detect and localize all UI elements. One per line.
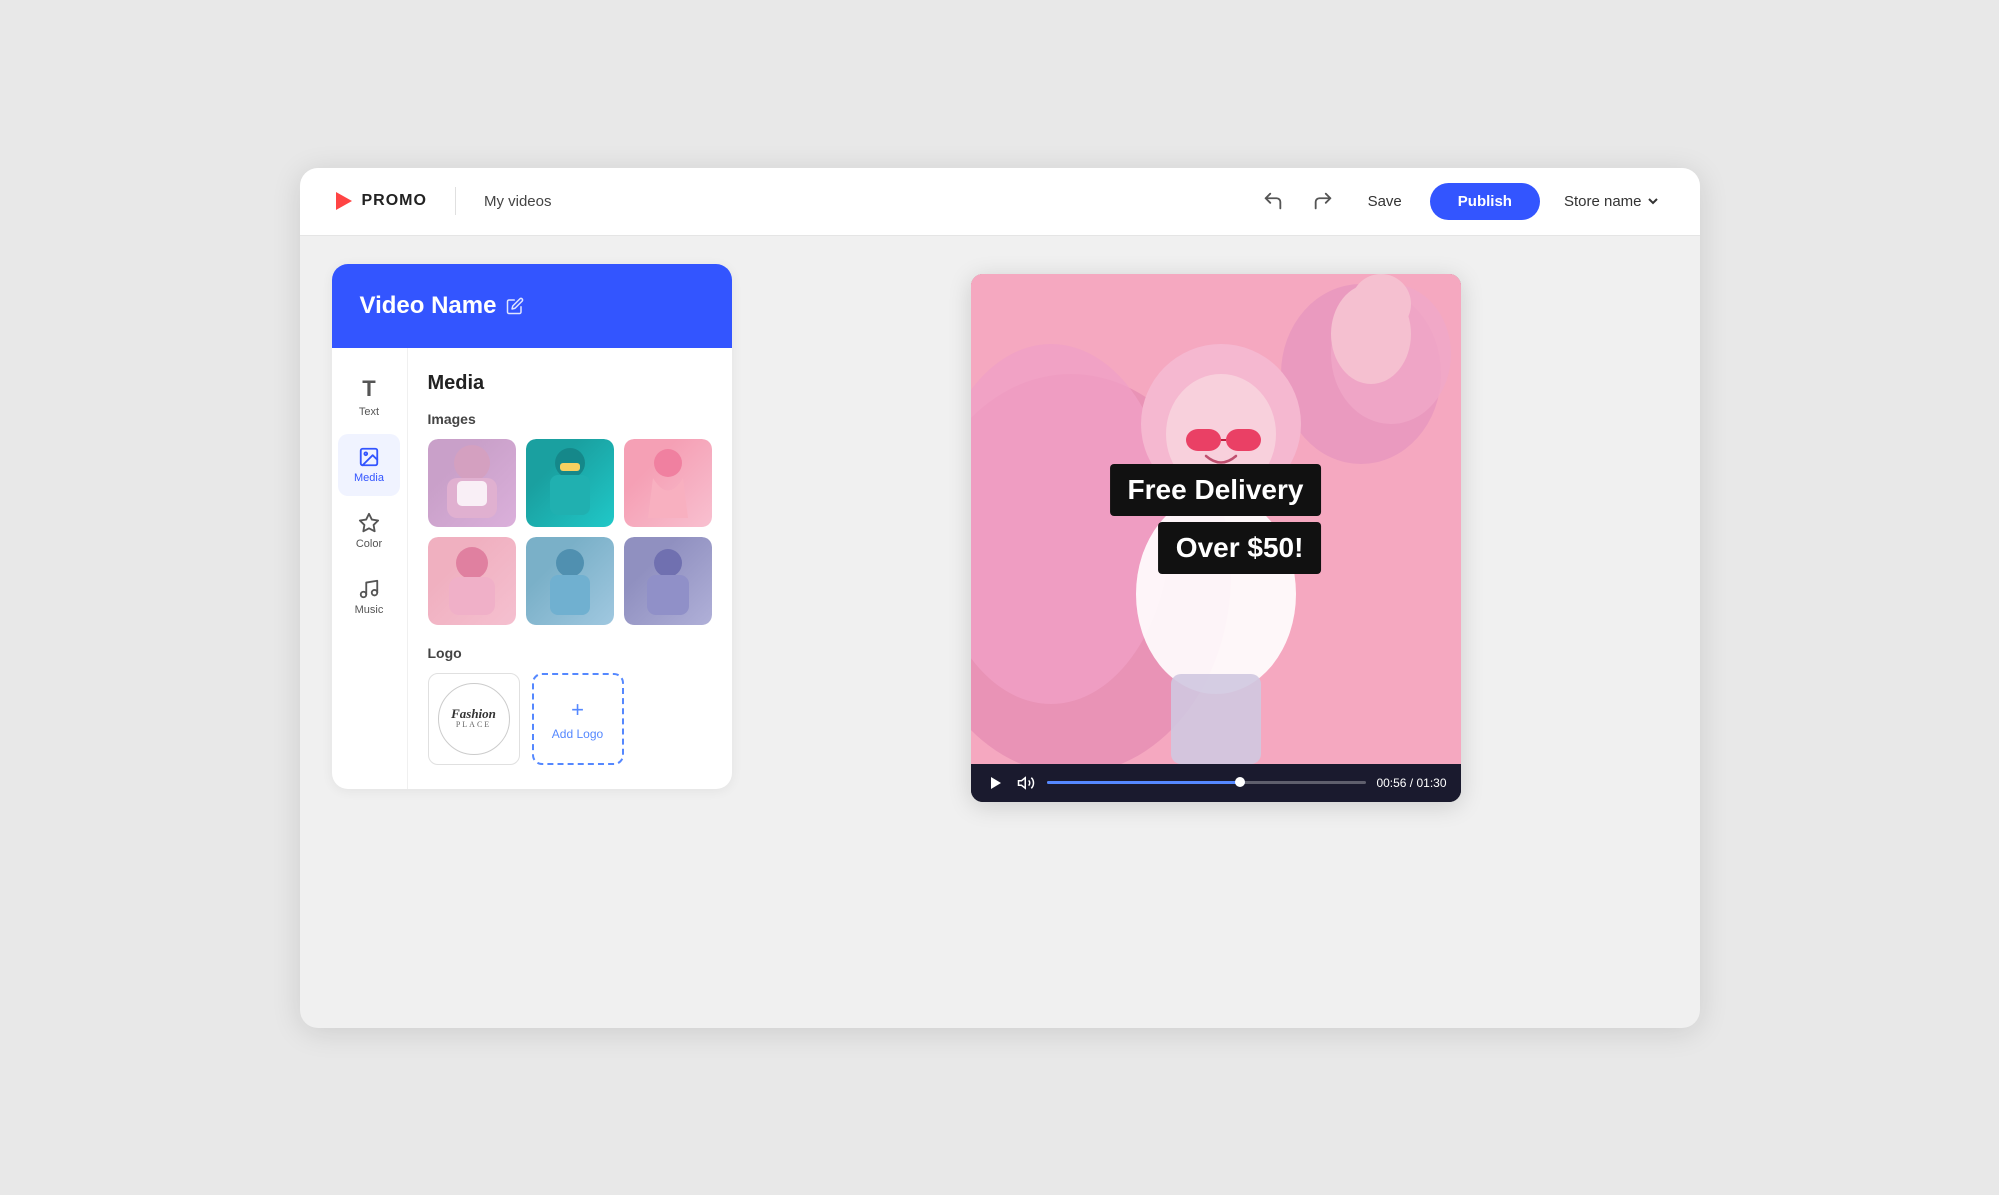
color-icon bbox=[358, 512, 380, 534]
progress-fill bbox=[1047, 781, 1245, 784]
video-player: Free Delivery Over $50! bbox=[971, 274, 1461, 802]
sidebar-text-label: Text bbox=[359, 406, 379, 418]
sidebar-color-label: Color bbox=[356, 538, 382, 550]
text-box-2: Over $50! bbox=[1158, 522, 1322, 574]
redo-button[interactable] bbox=[1306, 186, 1340, 216]
fashion-logo-text: Fashion bbox=[451, 707, 496, 721]
header: PROMO My videos Save Publish Store name bbox=[300, 168, 1700, 236]
add-logo-label: Add Logo bbox=[552, 727, 603, 741]
time-display: 00:56 / 01:30 bbox=[1376, 776, 1446, 790]
logo-label: Logo bbox=[428, 645, 712, 661]
fashion-logo[interactable]: Fashion PLACE bbox=[428, 673, 520, 765]
fashion-background: Free Delivery Over $50! bbox=[971, 274, 1461, 764]
app-container: PROMO My videos Save Publish Store name bbox=[300, 168, 1700, 1028]
store-name-button[interactable]: Store name bbox=[1556, 187, 1668, 216]
sidebar-item-media[interactable]: Media bbox=[338, 434, 400, 496]
logo-text: PROMO bbox=[362, 192, 427, 210]
panel-body: T Text Media bbox=[332, 348, 732, 789]
add-logo-plus-icon: + bbox=[571, 697, 584, 723]
images-grid bbox=[428, 439, 712, 625]
logo-section: Logo Fashion PLACE bbox=[428, 645, 712, 765]
sidebar-item-text[interactable]: T Text bbox=[338, 364, 400, 430]
text-overlay: Free Delivery Over $50! bbox=[1110, 464, 1322, 574]
play-button[interactable] bbox=[985, 773, 1005, 793]
images-label: Images bbox=[428, 411, 712, 427]
video-frame: Free Delivery Over $50! bbox=[971, 274, 1461, 764]
add-logo-button[interactable]: + Add Logo bbox=[532, 673, 624, 765]
sidebar-music-label: Music bbox=[355, 604, 384, 616]
undo-button[interactable] bbox=[1256, 186, 1290, 216]
image-thumb-3[interactable] bbox=[624, 439, 712, 527]
media-icon bbox=[358, 446, 380, 468]
header-divider bbox=[455, 187, 456, 215]
progress-bar[interactable] bbox=[1047, 781, 1367, 784]
image-thumb-1[interactable] bbox=[428, 439, 516, 527]
store-name-label: Store name bbox=[1564, 193, 1642, 210]
edit-name-icon[interactable] bbox=[506, 297, 524, 315]
text-box-1: Free Delivery bbox=[1110, 464, 1322, 516]
media-content: Media Images bbox=[408, 348, 732, 789]
publish-button[interactable]: Publish bbox=[1430, 183, 1540, 220]
text-icon: T bbox=[362, 376, 375, 402]
header-actions: Save Publish Store name bbox=[1256, 183, 1668, 220]
save-button[interactable]: Save bbox=[1356, 185, 1414, 218]
volume-button[interactable] bbox=[1015, 772, 1037, 794]
image-thumb-4[interactable] bbox=[428, 537, 516, 625]
sidebar-media-label: Media bbox=[354, 472, 384, 484]
promo-logo-icon bbox=[332, 190, 354, 212]
video-name-header: Video Name bbox=[332, 264, 732, 348]
video-controls: 00:56 / 01:30 bbox=[971, 764, 1461, 802]
progress-dot bbox=[1235, 777, 1245, 787]
left-panel: Video Name T Text bbox=[332, 264, 732, 789]
image-thumb-6[interactable] bbox=[624, 537, 712, 625]
sidebar-item-music[interactable]: Music bbox=[338, 566, 400, 628]
logo-area: PROMO bbox=[332, 190, 427, 212]
video-name-text: Video Name bbox=[360, 292, 497, 320]
media-section-title: Media bbox=[428, 372, 712, 395]
sidebar-icons: T Text Media bbox=[332, 348, 408, 789]
fashion-logo-inner: Fashion PLACE bbox=[438, 683, 510, 755]
main-content: Video Name T Text bbox=[300, 236, 1700, 1028]
fashion-place-text: PLACE bbox=[456, 721, 491, 730]
my-videos-link[interactable]: My videos bbox=[484, 193, 552, 210]
image-thumb-5[interactable] bbox=[526, 537, 614, 625]
image-thumb-2[interactable] bbox=[526, 439, 614, 527]
music-icon bbox=[358, 578, 380, 600]
sidebar-item-color[interactable]: Color bbox=[338, 500, 400, 562]
right-panel: Free Delivery Over $50! bbox=[764, 264, 1668, 802]
logo-items: Fashion PLACE + Add Logo bbox=[428, 673, 712, 765]
